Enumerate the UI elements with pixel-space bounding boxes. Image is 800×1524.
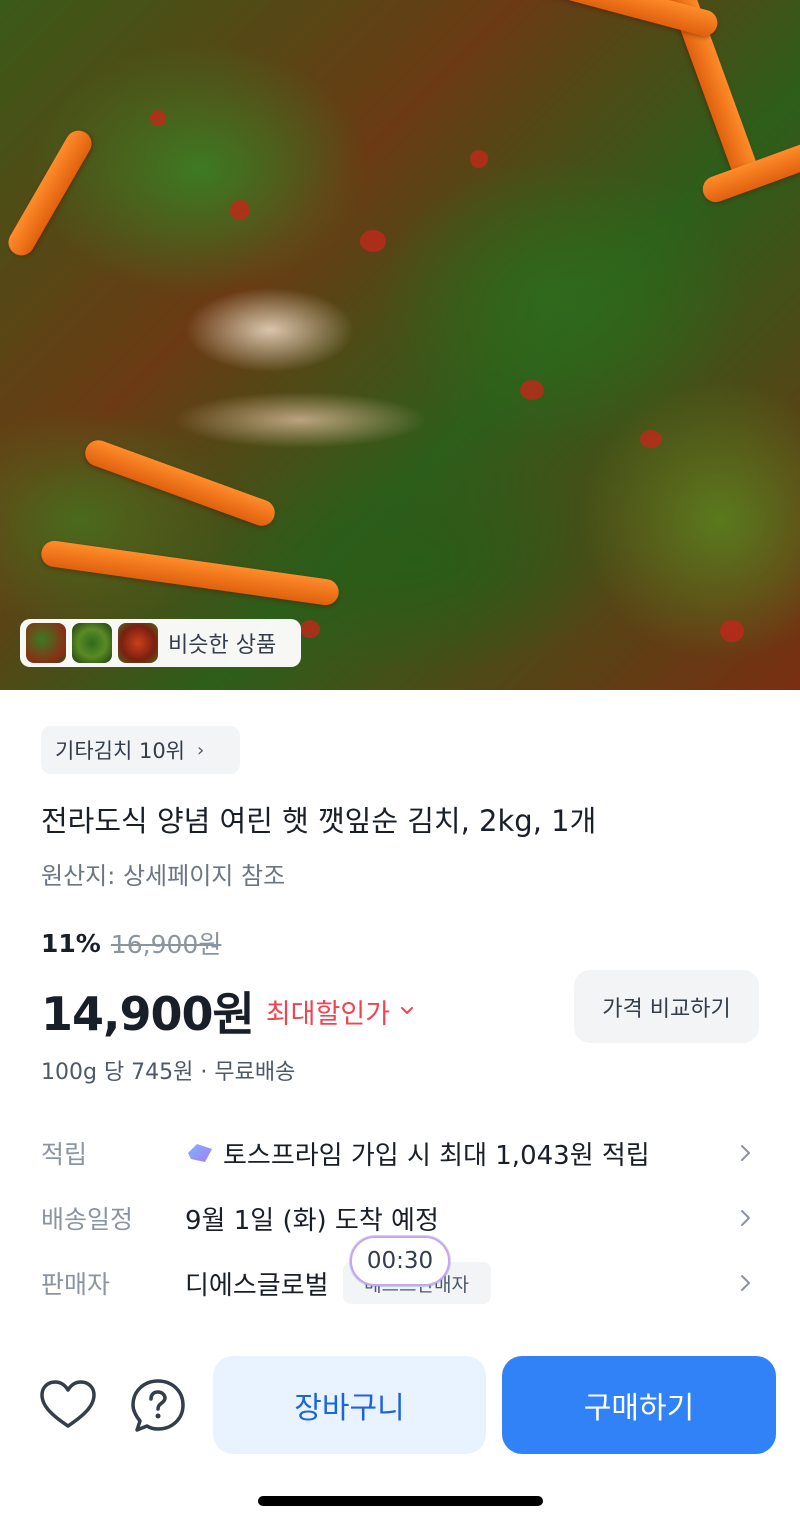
product-origin: 원산지: 상세페이지 참조 — [41, 862, 286, 890]
category-rank-badge[interactable]: 기타김치 10위 › — [41, 726, 240, 774]
reward-label: 적립 — [41, 1140, 88, 1169]
similar-product-thumbnail — [26, 623, 66, 663]
price-compare-button[interactable]: 가격 비교하기 — [574, 970, 759, 1043]
chevron-right-icon — [741, 1145, 750, 1161]
chevron-right-icon — [741, 1275, 750, 1291]
heart-icon[interactable] — [38, 1376, 98, 1436]
chevron-right-icon: › — [197, 739, 205, 761]
reward-row[interactable]: 적립 토스프라임 가입 시 최대 1,043원 적립 — [41, 1128, 760, 1178]
chevron-down-icon[interactable] — [400, 1004, 414, 1018]
add-to-cart-button[interactable]: 장바구니 — [213, 1356, 486, 1454]
delivery-label: 배송일정 — [41, 1205, 134, 1234]
unit-price-shipping: 100g 당 745원 · 무료배송 — [41, 1060, 296, 1085]
discount-rate: 11% — [41, 928, 101, 958]
product-title: 전라도식 양념 여린 햇 깻잎순 김치, 2kg, 1개 — [41, 804, 597, 838]
reward-value-wrap: 토스프라임 가입 시 최대 1,043원 적립 — [185, 1135, 650, 1172]
toss-prime-icon — [188, 1144, 212, 1162]
home-indicator[interactable] — [258, 1496, 543, 1506]
original-price: 16,900원 — [110, 930, 222, 959]
discount-row: 11% 16,900원 — [41, 925, 221, 961]
category-rank-label: 기타김치 10위 — [55, 739, 185, 763]
question-icon[interactable] — [128, 1376, 188, 1436]
similar-products-label: 비슷한 상품 — [168, 633, 277, 658]
buy-now-button[interactable]: 구매하기 — [502, 1356, 776, 1454]
similar-product-thumbnail — [118, 623, 158, 663]
seller-name: 디에스글로벌 — [185, 1270, 329, 1301]
product-image[interactable]: 비슷한 상품 — [0, 0, 800, 690]
price-row: 14,900원 최대할인가 — [41, 978, 414, 1044]
similar-product-thumbnail — [72, 623, 112, 663]
reward-value: 토스프라임 가입 시 최대 1,043원 적립 — [223, 1140, 650, 1171]
seller-label: 판매자 — [41, 1270, 111, 1299]
sale-price: 14,900원 — [41, 987, 255, 1041]
delivery-value: 9월 1일 (화) 도착 예정 — [185, 1205, 439, 1236]
timer-badge: 00:30 — [350, 1236, 450, 1286]
similar-products-button[interactable]: 비슷한 상품 — [20, 619, 301, 667]
max-discount-toggle[interactable]: 최대할인가 — [266, 992, 390, 1031]
chevron-right-icon — [741, 1210, 750, 1226]
